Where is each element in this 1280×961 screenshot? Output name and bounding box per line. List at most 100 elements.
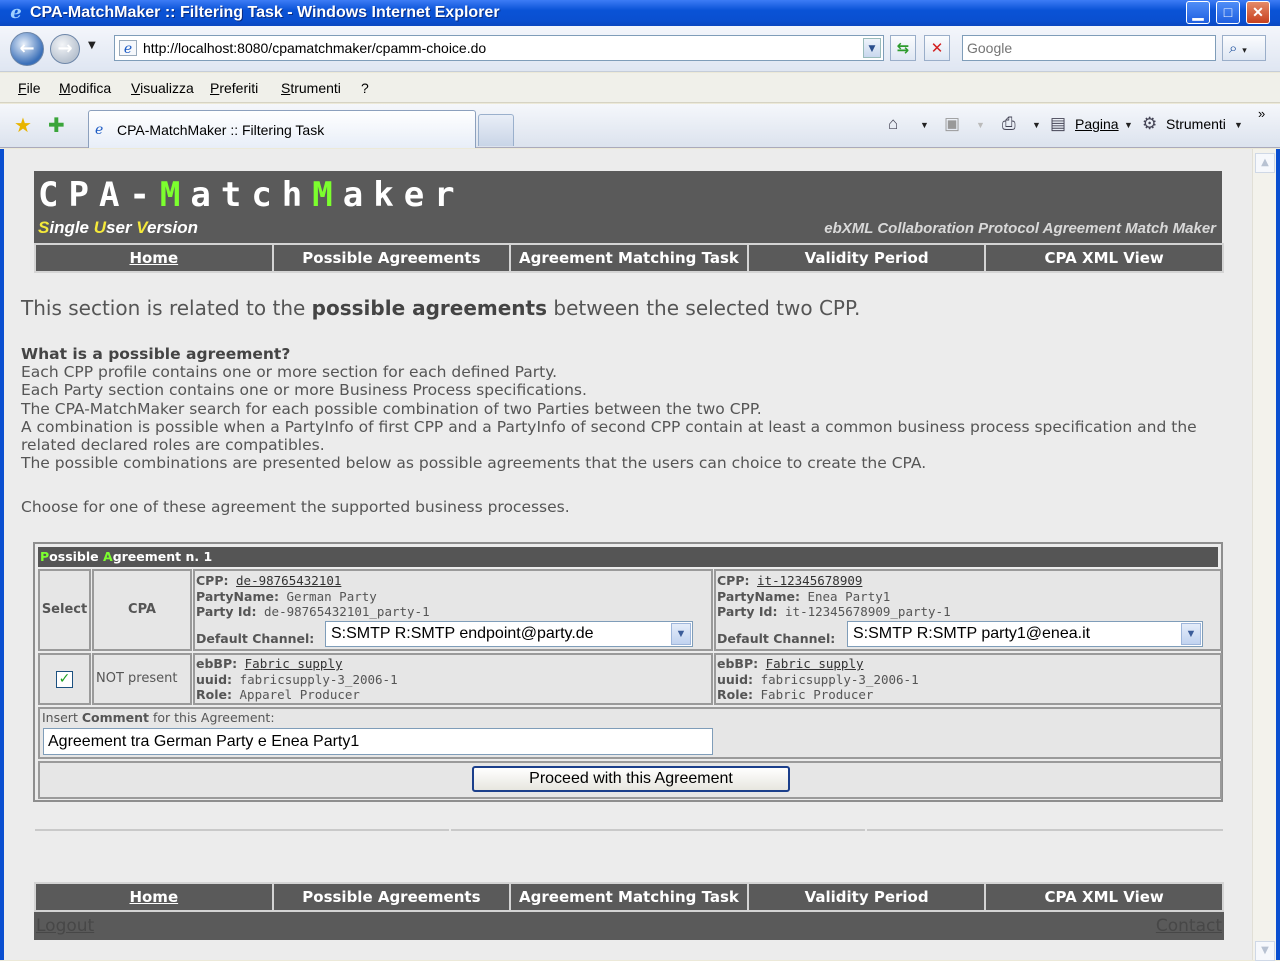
- window-title: CPA-MatchMaker :: Filtering Task - Windo…: [30, 4, 500, 21]
- tools-menu-button[interactable]: Strumenti: [1166, 116, 1226, 132]
- favorites-star-icon[interactable]: ★: [14, 114, 32, 136]
- feeds-dropdown-icon[interactable]: ▼: [976, 120, 985, 130]
- forward-button[interactable]: →: [50, 34, 80, 64]
- page-viewport: CPA-MatchMaker Single User Version ebXML…: [4, 149, 1252, 960]
- party-left-id: de-98765432101_party-1: [264, 604, 430, 619]
- cpp-label: CPP:: [196, 573, 229, 588]
- scroll-up-icon[interactable]: ▲: [1255, 153, 1275, 173]
- back-button[interactable]: ←: [10, 32, 44, 66]
- address-bar[interactable]: e ▼: [114, 35, 884, 61]
- search-button[interactable]: ⌕ ▾: [1222, 35, 1266, 61]
- window-titlebar: e CPA-MatchMaker :: Filtering Task - Win…: [0, 0, 1280, 26]
- menu-preferiti[interactable]: Preferiti: [210, 80, 258, 96]
- tab-page-icon: e: [95, 122, 104, 138]
- default-channel-right-value: S:SMTP R:SMTP party1@enea.it: [853, 625, 1091, 642]
- stop-icon: ✕: [930, 39, 944, 57]
- uuid-left: fabricsupply-3_2006-1: [239, 671, 398, 687]
- logout-link[interactable]: Logout: [36, 916, 94, 936]
- home-dropdown-icon[interactable]: ▼: [920, 120, 929, 130]
- divider: [451, 829, 865, 831]
- refresh-button[interactable]: ⇆: [890, 35, 916, 61]
- search-box[interactable]: [962, 35, 1216, 61]
- stop-button[interactable]: ✕: [924, 35, 950, 61]
- footer: Home Possible Agreements Agreement Match…: [34, 882, 1224, 940]
- feeds-icon[interactable]: ▣: [944, 114, 960, 134]
- tab-title: CPA-MatchMaker :: Filtering Task: [117, 122, 325, 138]
- menu-help[interactable]: ?: [361, 80, 369, 96]
- url-input[interactable]: [143, 39, 843, 57]
- comment-label: Insert Comment for this Agreement:: [42, 710, 275, 725]
- chevron-down-icon[interactable]: ▼: [671, 623, 691, 645]
- party-name-label: PartyName:: [717, 588, 800, 604]
- nav-agreement-matching-task[interactable]: Agreement Matching Task: [511, 245, 749, 271]
- nav-validity-period[interactable]: Validity Period: [749, 245, 987, 271]
- select-agreement-checkbox[interactable]: ✓: [56, 671, 73, 688]
- menu-modifica[interactable]: Modifica: [59, 80, 111, 96]
- nav-home[interactable]: Home: [36, 245, 274, 271]
- proceed-button[interactable]: Proceed with this Agreement: [472, 766, 790, 792]
- default-channel-label: Default Channel:: [717, 631, 836, 646]
- app-logo: CPA-MatchMaker: [38, 175, 465, 215]
- app-subtitle: Single User Version: [38, 218, 199, 237]
- comment-input[interactable]: Agreement tra German Party e Enea Party1: [43, 728, 713, 755]
- browser-tab-active[interactable]: e CPA-MatchMaker :: Filtering Task: [88, 110, 476, 148]
- description-line: Each Party section contains one or more …: [21, 381, 587, 400]
- nav-cpa-xml-view[interactable]: CPA XML View: [986, 245, 1222, 271]
- minimize-button[interactable]: ▁: [1186, 1, 1210, 24]
- search-input[interactable]: [967, 37, 1207, 59]
- cpa-column-header: CPA: [92, 569, 192, 651]
- tools-dropdown-icon[interactable]: ▼: [1234, 120, 1243, 130]
- ebbp-label: ebBP:: [717, 656, 759, 671]
- page-dropdown-icon[interactable]: ▼: [1124, 120, 1133, 130]
- ebbp-right-link[interactable]: Fabric supply: [766, 656, 864, 671]
- role-label: Role:: [717, 687, 753, 702]
- page-menu-icon: ▤: [1050, 114, 1067, 133]
- menu-file[interactable]: File: [18, 80, 41, 96]
- chevron-more-icon[interactable]: »: [1258, 106, 1265, 121]
- page-icon: e: [119, 40, 137, 57]
- default-channel-left-select[interactable]: S:SMTP R:SMTP endpoint@party.de ▼: [325, 621, 693, 647]
- scroll-down-icon[interactable]: ▼: [1255, 941, 1275, 961]
- default-channel-right-select[interactable]: S:SMTP R:SMTP party1@enea.it ▼: [847, 621, 1203, 647]
- intro-text-after: between the selected two CPP.: [547, 296, 861, 320]
- intro-text-strong: possible agreements: [311, 296, 548, 320]
- chevron-down-icon[interactable]: ▼: [1181, 623, 1201, 645]
- address-dropdown-icon[interactable]: ▼: [863, 38, 881, 58]
- nav-cpa-xml-view[interactable]: CPA XML View: [986, 884, 1222, 910]
- description-question: What is a possible agreement?: [21, 345, 291, 363]
- search-icon: ⌕: [1229, 39, 1238, 57]
- proceed-cell: Proceed with this Agreement: [38, 761, 1222, 799]
- ebbp-left-link[interactable]: Fabric supply: [245, 656, 343, 671]
- print-dropdown-icon[interactable]: ▼: [1032, 120, 1041, 130]
- cpp-right-link[interactable]: it-12345678909: [757, 573, 862, 588]
- new-tab-button[interactable]: [478, 114, 514, 146]
- home-icon[interactable]: ⌂: [888, 114, 898, 134]
- party-name-label: PartyName:: [196, 588, 279, 604]
- gear-icon: ⚙: [1142, 114, 1158, 133]
- print-icon[interactable]: ⎙: [1002, 114, 1016, 134]
- nav-possible-agreements[interactable]: Possible Agreements: [274, 245, 512, 271]
- history-dropdown-icon[interactable]: ▼: [88, 40, 96, 51]
- nav-validity-period[interactable]: Validity Period: [749, 884, 987, 910]
- contact-link[interactable]: Contact: [1156, 916, 1222, 936]
- page-menu-button[interactable]: Pagina: [1075, 116, 1119, 132]
- add-favorite-icon[interactable]: ✚: [48, 114, 65, 136]
- cpp-left-link[interactable]: de-98765432101: [236, 573, 341, 588]
- party-right-info: CPP: it-12345678909 PartyName: Enea Part…: [714, 569, 1222, 651]
- party-id-label: Party Id:: [196, 604, 257, 619]
- maximize-button[interactable]: □: [1216, 1, 1240, 24]
- divider: [867, 829, 1223, 831]
- menu-bar: File Modifica Visualizza Preferiti Strum…: [0, 73, 1280, 103]
- ie-logo-icon: e: [10, 2, 22, 23]
- comment-label-pre: Insert: [42, 710, 82, 725]
- menu-visualizza[interactable]: Visualizza: [131, 80, 194, 96]
- select-header-label: Select: [41, 602, 88, 617]
- menu-strumenti[interactable]: Strumenti: [281, 80, 341, 96]
- comment-label-bold: Comment: [81, 710, 149, 725]
- close-window-button[interactable]: ✕: [1246, 1, 1270, 24]
- nav-home[interactable]: Home: [36, 884, 274, 910]
- nav-agreement-matching-task[interactable]: Agreement Matching Task: [511, 884, 749, 910]
- nav-possible-agreements[interactable]: Possible Agreements: [274, 884, 512, 910]
- vertical-scrollbar[interactable]: ▲ ▼: [1252, 149, 1276, 961]
- bp-right-cell: ebBP: Fabric supply uuid: fabricsupply-3…: [714, 653, 1222, 705]
